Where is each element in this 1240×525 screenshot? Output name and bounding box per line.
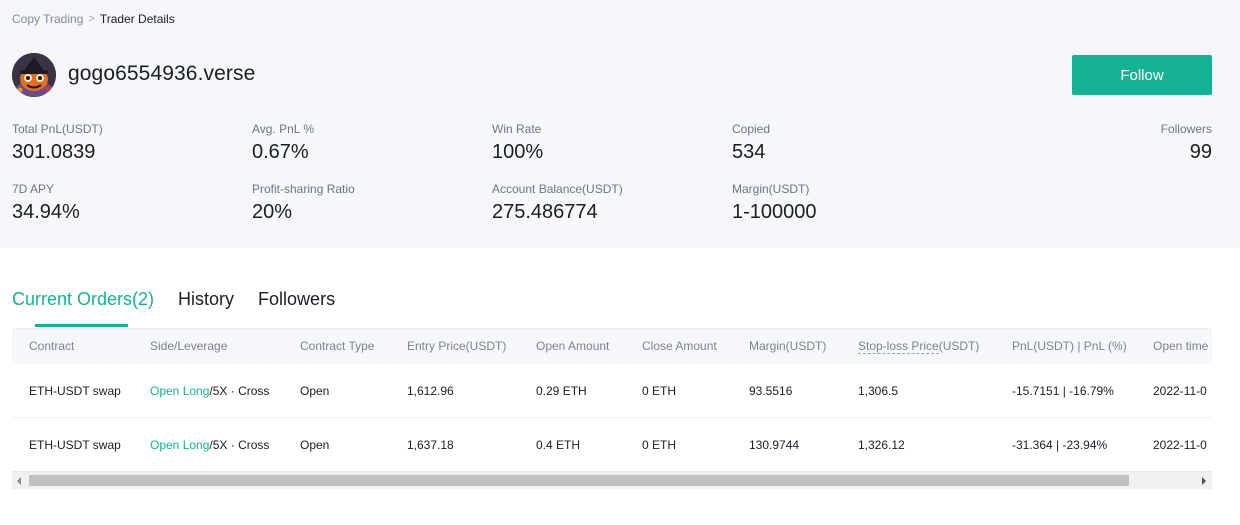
stat-profit-sharing: Profit-sharing Ratio 20% bbox=[252, 182, 355, 224]
stat-label: Followers bbox=[1160, 122, 1212, 136]
stat-value: 1-100000 bbox=[732, 201, 817, 223]
stat-7d-apy: 7D APY 34.94% bbox=[12, 182, 80, 224]
col-open-amount: Open Amount bbox=[536, 339, 610, 353]
orders-tabs: Current Orders(2) History Followers bbox=[12, 289, 359, 310]
cell-pnl: -31.364 | -23.94% bbox=[1012, 438, 1108, 452]
cell-stop-loss: 1,306.5 bbox=[858, 384, 899, 398]
col-stop-loss[interactable]: Stop-loss Price(USDT) bbox=[858, 339, 980, 354]
avatar bbox=[12, 53, 56, 97]
side-open-long: Open Long bbox=[150, 438, 210, 452]
breadcrumb-current: Trader Details bbox=[99, 12, 175, 26]
cell-entry-price: 1,637.18 bbox=[407, 438, 454, 452]
breadcrumb-separator: > bbox=[88, 13, 95, 25]
stat-label: Profit-sharing Ratio bbox=[252, 182, 355, 196]
stat-value: 100% bbox=[492, 141, 544, 163]
orders-table: Contract Side/Leverage Contract Type Ent… bbox=[12, 329, 1212, 471]
stop-loss-unit: (USDT) bbox=[938, 339, 980, 353]
stat-avg-pnl: Avg. PnL % 0.67% bbox=[252, 122, 314, 164]
cell-open-time: 2022-11-0 bbox=[1153, 438, 1207, 452]
col-side-leverage: Side/Leverage bbox=[150, 339, 228, 353]
stat-total-pnl: Total PnL(USDT) 301.0839 bbox=[12, 122, 103, 164]
trader-name: gogo6554936.verse bbox=[68, 62, 256, 85]
stat-label: Win Rate bbox=[492, 122, 542, 136]
tab-current-orders[interactable]: Current Orders(2) bbox=[12, 289, 154, 310]
cell-margin: 130.9744 bbox=[749, 438, 800, 452]
scrollbar-thumb[interactable] bbox=[29, 475, 1129, 486]
cell-margin: 93.5516 bbox=[749, 384, 793, 398]
scroll-left-arrow-icon[interactable] bbox=[17, 477, 21, 485]
trader-header-panel: Copy Trading > Trader Details gogo655493… bbox=[0, 0, 1240, 248]
cell-contract-type: Open bbox=[300, 438, 330, 452]
cell-stop-loss: 1,326.12 bbox=[858, 438, 905, 452]
col-open-time: Open time bbox=[1153, 339, 1209, 353]
leverage: /5X · Cross bbox=[209, 438, 270, 452]
stat-copied: Copied 534 bbox=[732, 122, 770, 164]
stat-value: 301.0839 bbox=[12, 141, 96, 163]
cell-pnl: -15.7151 | -16.79% bbox=[1012, 384, 1114, 398]
active-tab-indicator bbox=[35, 324, 128, 327]
table-row: ETH-USDT swap Open Long/5X · Cross Open … bbox=[12, 364, 1212, 418]
pumpkin-avatar-icon bbox=[12, 53, 56, 97]
stat-label: Avg. PnL % bbox=[252, 122, 315, 136]
stat-win-rate: Win Rate 100% bbox=[492, 122, 543, 164]
cell-side-leverage: Open Long/5X · Cross bbox=[150, 384, 269, 398]
col-contract: Contract bbox=[29, 339, 75, 353]
stop-loss-tooltip-term[interactable]: Stop-loss Price bbox=[858, 339, 939, 354]
col-entry-price: Entry Price(USDT) bbox=[407, 339, 507, 353]
stat-value: 275.486774 bbox=[492, 201, 598, 223]
col-margin: Margin(USDT) bbox=[749, 339, 827, 353]
stat-label: 7D APY bbox=[12, 182, 55, 196]
stat-label: Total PnL(USDT) bbox=[12, 122, 103, 136]
leverage: /5X · Cross bbox=[209, 384, 270, 398]
col-close-amount: Close Amount bbox=[642, 339, 717, 353]
cell-open-amount: 0.29 ETH bbox=[536, 384, 587, 398]
stat-value: 0.67% bbox=[252, 141, 309, 163]
stat-value: 20% bbox=[252, 201, 293, 223]
cell-open-amount: 0.4 ETH bbox=[536, 438, 581, 452]
cell-entry-price: 1,612.96 bbox=[407, 384, 454, 398]
follow-button[interactable]: Follow bbox=[1072, 55, 1212, 95]
stat-value: 534 bbox=[732, 141, 766, 163]
breadcrumb-copy-trading-link[interactable]: Copy Trading bbox=[12, 12, 83, 26]
col-contract-type: Contract Type bbox=[300, 339, 375, 353]
cell-close-amount: 0 ETH bbox=[642, 438, 677, 452]
cell-contract-type: Open bbox=[300, 384, 330, 398]
side-open-long: Open Long bbox=[150, 384, 210, 398]
tab-history[interactable]: History bbox=[178, 289, 234, 310]
stat-account-balance: Account Balance(USDT) 275.486774 bbox=[492, 182, 623, 224]
table-header: Contract Side/Leverage Contract Type Ent… bbox=[12, 329, 1212, 364]
stat-value: 34.94% bbox=[12, 201, 80, 223]
stat-value: 99 bbox=[1189, 141, 1212, 163]
stat-label: Account Balance(USDT) bbox=[492, 182, 623, 196]
col-pnl: PnL(USDT) | PnL (%) bbox=[1012, 339, 1127, 353]
cell-close-amount: 0 ETH bbox=[642, 384, 677, 398]
cell-open-time: 2022-11-0 bbox=[1153, 384, 1207, 398]
horizontal-scrollbar[interactable] bbox=[12, 471, 1212, 489]
cell-side-leverage: Open Long/5X · Cross bbox=[150, 438, 269, 452]
stat-label: Copied bbox=[732, 122, 771, 136]
tab-followers[interactable]: Followers bbox=[258, 289, 335, 310]
breadcrumb: Copy Trading > Trader Details bbox=[12, 12, 175, 26]
cell-contract: ETH-USDT swap bbox=[29, 438, 121, 452]
cell-contract: ETH-USDT swap bbox=[29, 384, 121, 398]
stat-followers: Followers 99 bbox=[1161, 122, 1212, 164]
scroll-right-arrow-icon[interactable] bbox=[1202, 477, 1206, 485]
stat-margin: Margin(USDT) 1-100000 bbox=[732, 182, 817, 224]
table-row: ETH-USDT swap Open Long/5X · Cross Open … bbox=[12, 418, 1212, 471]
stat-label: Margin(USDT) bbox=[732, 182, 810, 196]
